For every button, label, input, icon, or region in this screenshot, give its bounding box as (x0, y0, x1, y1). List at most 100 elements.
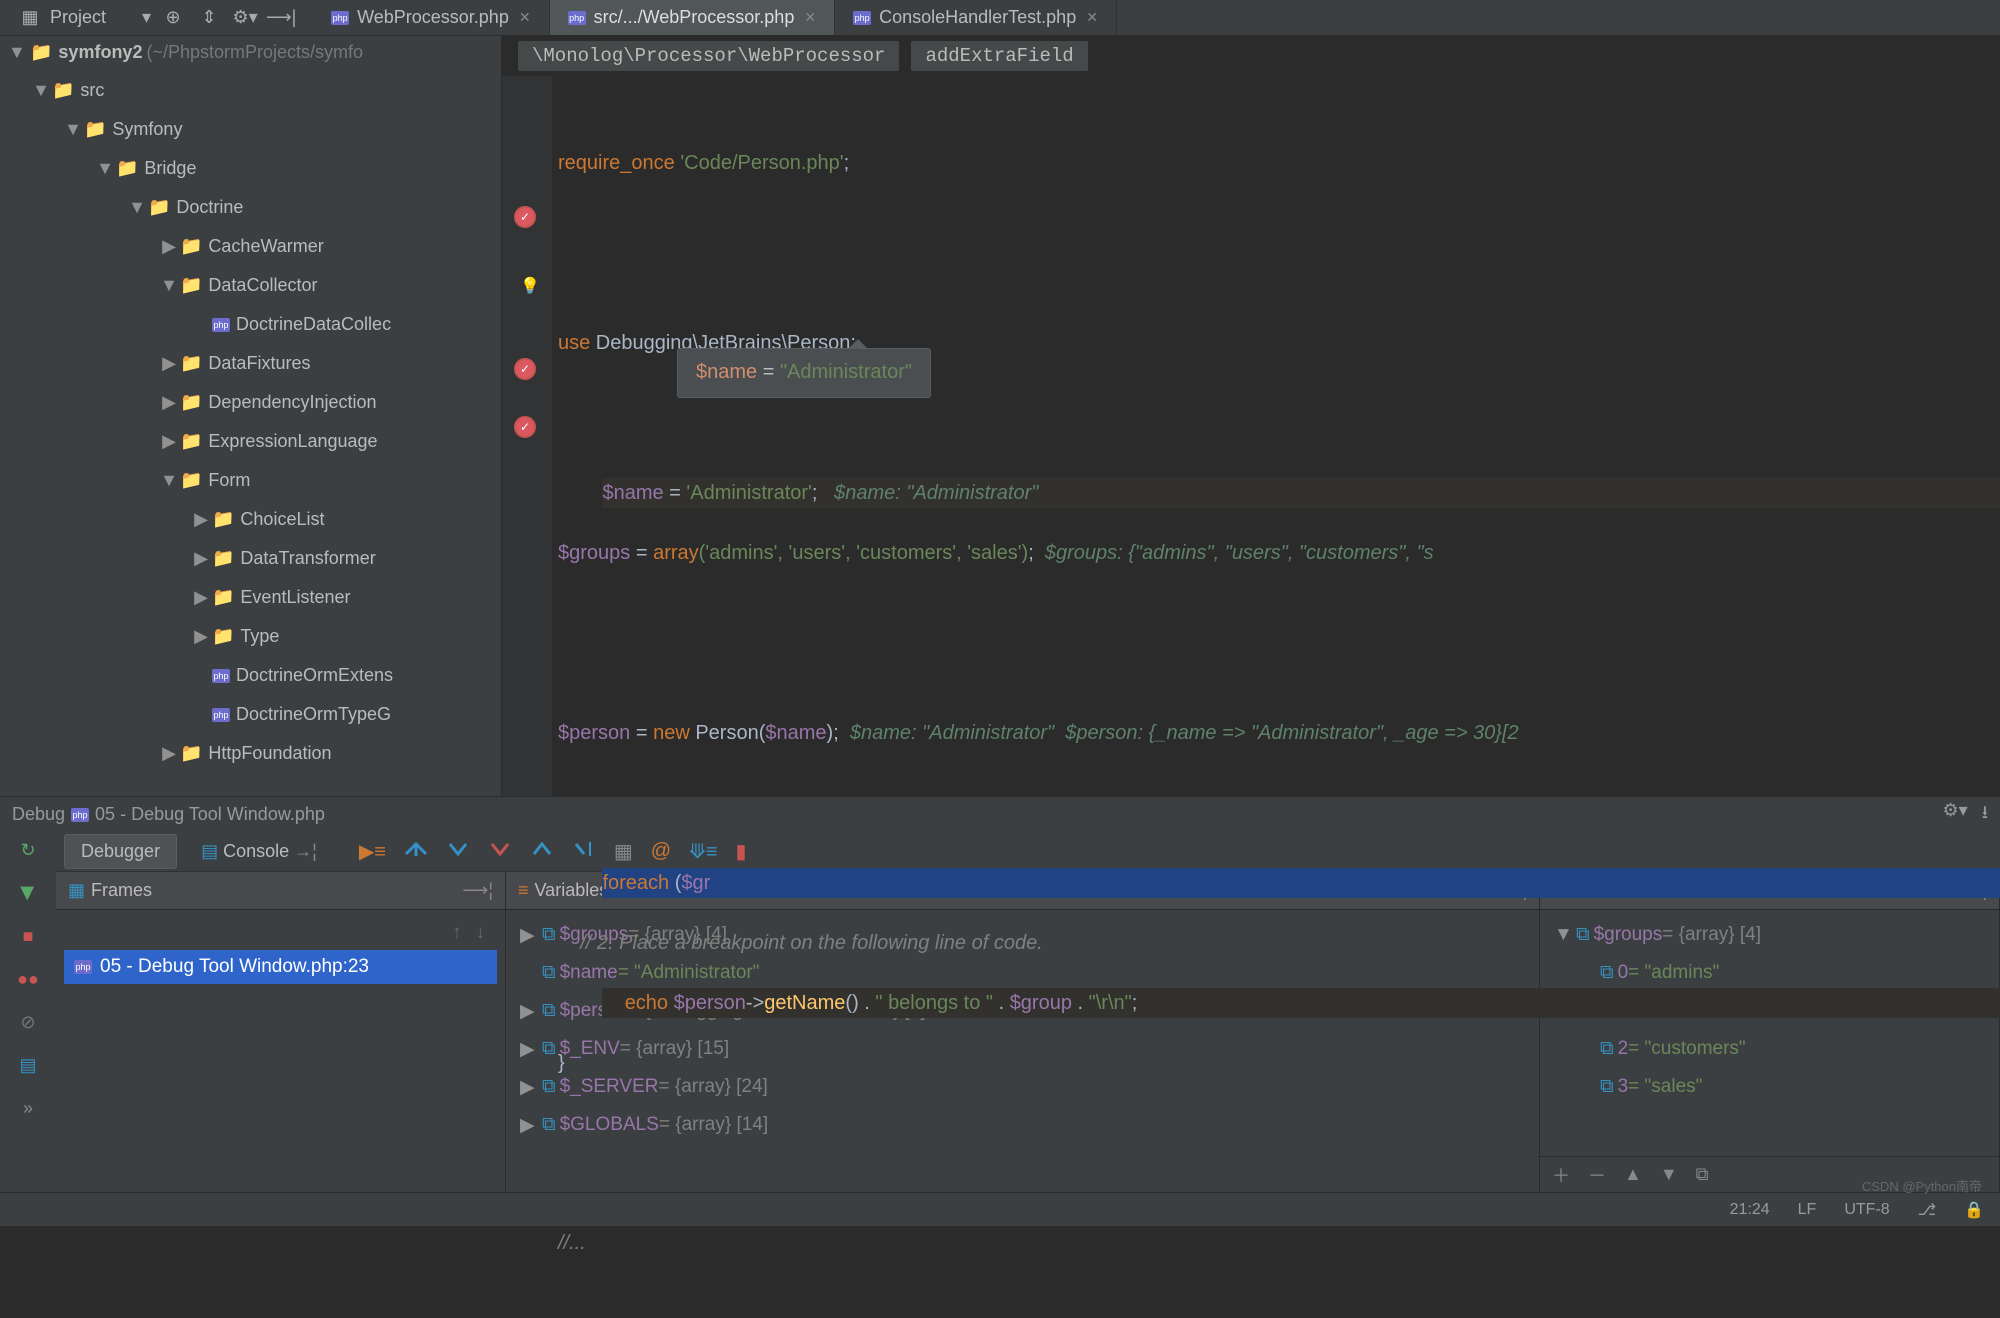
mute-breakpoints-icon[interactable]: ⊘ (20, 1012, 35, 1033)
var-badge-icon: ⧉ (542, 962, 556, 984)
show-execution-point-icon[interactable]: ▶≡ (359, 839, 386, 864)
tree-item[interactable]: ▶📁HttpFoundation (0, 734, 501, 773)
tooltip-var: $name (696, 361, 757, 383)
tree-item[interactable]: ▶📁CacheWarmer (0, 227, 501, 266)
step-into-icon[interactable] (446, 840, 470, 863)
frame-up-icon[interactable]: ↑ (452, 922, 462, 944)
chevron-down-icon[interactable]: ▼ (8, 42, 30, 63)
chevron-icon[interactable]: ▼ (158, 275, 180, 296)
project-view-icon[interactable]: ▦ (16, 4, 44, 32)
project-dropdown-icon[interactable]: ▾ (142, 7, 151, 28)
var-badge-icon: ⧉ (542, 1114, 556, 1136)
hide-icon[interactable]: ⟶| (267, 4, 295, 32)
tree-item[interactable]: ▼📁Bridge (0, 149, 501, 188)
gear-icon[interactable]: ⚙▾ (231, 4, 259, 32)
chevron-icon[interactable]: ▼ (30, 80, 52, 101)
tree-item[interactable]: ▼📁Form (0, 461, 501, 500)
chevron-icon[interactable]: ▶ (158, 743, 180, 764)
chevron-icon[interactable]: ▶ (158, 236, 180, 257)
frame-down-icon[interactable]: ↓ (476, 922, 486, 944)
view-breakpoints-icon[interactable]: ●● (17, 969, 39, 990)
folder-icon: 📁 (212, 626, 234, 647)
tree-label: src (80, 80, 104, 101)
resume-icon[interactable]: ▶ (18, 887, 39, 901)
chevron-icon[interactable]: ▶ (190, 626, 212, 647)
frame-row[interactable]: php 05 - Debug Tool Window.php:23 (64, 950, 497, 984)
folder-icon: 📁 (180, 353, 202, 374)
project-path: (~/PhpstormProjects/symfo (146, 42, 363, 63)
tab-webprocessor-2[interactable]: php src/.../WebProcessor.php ✕ (550, 0, 836, 35)
tree-item[interactable]: ▶📁DataFixtures (0, 344, 501, 383)
tab-consolehandlertest[interactable]: php ConsoleHandlerTest.php ✕ (835, 0, 1117, 35)
rerun-icon[interactable]: ↻ (20, 840, 35, 861)
tree-item[interactable]: ▶📁DataTransformer (0, 539, 501, 578)
tree-item[interactable]: phpDoctrineOrmTypeG (0, 695, 501, 734)
code-editor[interactable]: ✓ 💡 ✓ ✓ require_once 'Code/Person.php'; … (502, 76, 2000, 796)
chevron-icon[interactable]: ▶ (190, 509, 212, 530)
chevron-icon[interactable]: ▶ (158, 353, 180, 374)
php-icon: php (568, 11, 586, 25)
tree-item[interactable]: ▶📁Type (0, 617, 501, 656)
project-root[interactable]: ▼ 📁 symfony2 (~/PhpstormProjects/symfo (0, 36, 501, 69)
close-icon[interactable]: ✕ (519, 9, 531, 26)
chevron-right-icon[interactable]: ▶ (520, 1038, 542, 1061)
step-out-icon[interactable] (530, 840, 554, 863)
debug-config-name[interactable]: 05 - Debug Tool Window.php (95, 804, 325, 825)
chevron-icon[interactable]: ▶ (190, 548, 212, 569)
folder-icon: 📁 (180, 431, 202, 452)
tree-item[interactable]: ▼📁Symfony (0, 110, 501, 149)
tree-label: ChoiceList (240, 509, 324, 530)
locate-icon[interactable]: ⊕ (159, 4, 187, 32)
var-badge-icon: ⧉ (542, 1000, 556, 1022)
force-step-into-icon[interactable] (488, 840, 512, 863)
breakpoint-icon[interactable]: ✓ (514, 206, 536, 228)
tree-item[interactable]: ▼📁Doctrine (0, 188, 501, 227)
tree-item[interactable]: ▶📁EventListener (0, 578, 501, 617)
project-tool-label[interactable]: Project (50, 7, 106, 28)
folder-icon: 📁 (116, 158, 138, 179)
folder-icon: 📁 (30, 42, 52, 63)
folder-icon: 📁 (212, 509, 234, 530)
chevron-icon[interactable]: ▼ (126, 197, 148, 218)
tree-item[interactable]: ▶📁DependencyInjection (0, 383, 501, 422)
console-icon: ▤ (201, 841, 223, 861)
chevron-icon[interactable]: ▼ (158, 470, 180, 491)
debugger-tab[interactable]: Debugger (64, 834, 177, 869)
pin-icon[interactable]: ⟶¦ (463, 880, 493, 901)
tab-label: ConsoleHandlerTest.php (879, 7, 1076, 28)
chevron-icon[interactable]: ▶ (158, 392, 180, 413)
stop-icon[interactable]: ■ (23, 926, 34, 947)
bulb-icon[interactable]: 💡 (520, 272, 540, 302)
chevron-right-icon[interactable]: ▶ (520, 1114, 542, 1137)
tree-item[interactable]: ▼📁DataCollector (0, 266, 501, 305)
console-tab[interactable]: ▤ Console →¦ (185, 835, 333, 868)
chevron-icon[interactable]: ▶ (158, 431, 180, 452)
php-icon: php (212, 669, 230, 683)
chevron-right-icon[interactable]: ▶ (520, 1076, 542, 1099)
breakpoint-icon[interactable]: ✓ (514, 358, 536, 380)
tab-webprocessor-1[interactable]: php WebProcessor.php ✕ (313, 0, 550, 35)
tree-item[interactable]: phpDoctrineOrmExtens (0, 656, 501, 695)
step-over-icon[interactable] (404, 840, 428, 863)
tree-item[interactable]: ▶📁 ChoiceList (0, 500, 501, 539)
chevron-icon[interactable]: ▼ (94, 158, 116, 179)
chevron-right-icon[interactable]: ▶ (520, 1000, 542, 1023)
tree-item[interactable]: ▶📁ExpressionLanguage (0, 422, 501, 461)
more-icon[interactable]: » (23, 1098, 33, 1119)
breakpoint-icon[interactable]: ✓ (514, 416, 536, 438)
breadcrumb-method[interactable]: addExtraField (911, 41, 1087, 71)
tree-item[interactable]: ▼📁src (0, 71, 501, 110)
breadcrumb-namespace[interactable]: \Monolog\Processor\WebProcessor (518, 41, 899, 71)
close-icon[interactable]: ✕ (1086, 9, 1098, 26)
layout-icon[interactable]: ▤ (19, 1055, 36, 1076)
folder-icon: 📁 (180, 470, 202, 491)
tree-item[interactable]: phpDoctrineDataCollec (0, 305, 501, 344)
debug-side-toolbar: ↻ ▶ ■ ●● ⊘ ▤ » (0, 832, 56, 1192)
chevron-icon[interactable]: ▶ (190, 587, 212, 608)
project-tree: ▼📁src▼📁Symfony▼📁Bridge▼📁Doctrine▶📁CacheW… (0, 69, 501, 775)
folder-icon: 📁 (180, 392, 202, 413)
collapse-icon[interactable]: ⇕ (195, 4, 223, 32)
close-icon[interactable]: ✕ (804, 9, 816, 26)
chevron-right-icon[interactable]: ▶ (520, 924, 542, 947)
chevron-icon[interactable]: ▼ (62, 119, 84, 140)
